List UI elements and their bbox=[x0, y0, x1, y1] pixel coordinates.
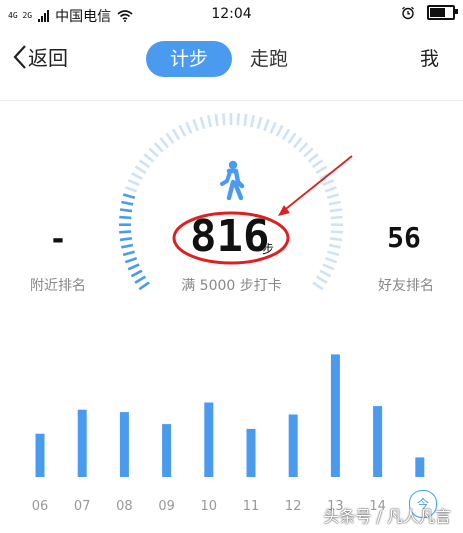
bar-13[interactable] bbox=[330, 354, 340, 477]
bar-08[interactable] bbox=[119, 412, 129, 477]
tick-label-12: 12 bbox=[285, 499, 302, 514]
tick-label-09: 09 bbox=[158, 499, 175, 514]
bar-10[interactable] bbox=[204, 402, 214, 478]
bar-15[interactable] bbox=[415, 457, 425, 477]
bar-07[interactable] bbox=[77, 409, 87, 477]
tick-label-11: 11 bbox=[243, 499, 260, 514]
annotation-arrow-line bbox=[281, 155, 353, 213]
bar-06[interactable] bbox=[35, 433, 45, 477]
bar-09[interactable] bbox=[162, 424, 172, 477]
bar-14[interactable] bbox=[373, 406, 383, 477]
watermark-text: 头条号 / 凡人凡言 bbox=[323, 507, 451, 526]
tick-label-06: 06 bbox=[32, 499, 49, 514]
annotation-ellipse bbox=[172, 211, 290, 265]
tick-label-10: 10 bbox=[201, 499, 218, 514]
bar-11[interactable] bbox=[246, 428, 256, 477]
tick-label-07: 07 bbox=[74, 499, 91, 514]
tick-label-08: 08 bbox=[116, 499, 133, 514]
bar-12[interactable] bbox=[288, 414, 298, 478]
